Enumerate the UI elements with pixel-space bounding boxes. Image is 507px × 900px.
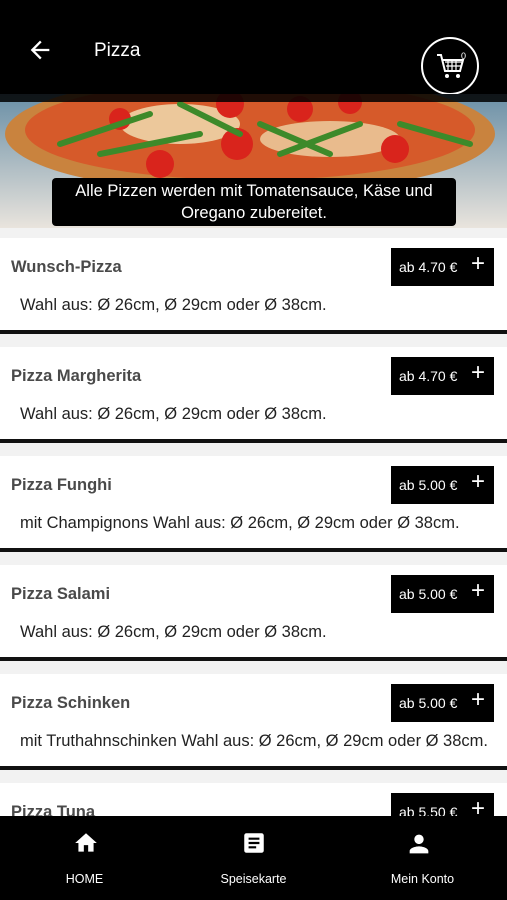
plus-icon: + [471,359,486,386]
nav-speisekarte[interactable]: Speisekarte [169,816,338,900]
plus-icon: + [471,577,486,604]
add-to-cart-button[interactable]: ab 5.00 € + [391,466,494,504]
menu-item-name: Pizza Salami [11,585,111,603]
menu-item-description: Wahl aus: Ø 26cm, Ø 29cm oder Ø 38cm. [20,405,327,423]
add-to-cart-button[interactable]: ab 5.00 € + [391,684,494,722]
arrow-left-icon [30,40,50,60]
nav-mein-konto[interactable]: Mein Konto [338,816,507,900]
menu-item-name: Pizza Tuna [11,803,96,816]
price-label: ab 5.00 € [399,586,458,602]
menu-item-name: Pizza Margherita [11,367,142,385]
info-banner-line1: Alle Pizzen werden mit Tomatensauce, Käs… [75,182,433,200]
info-banner-line2: Oregano zubereitet. [181,204,327,222]
menu-item-description: mit Truthahnschinken Wahl aus: Ø 26cm, Ø… [20,732,488,750]
price-label: ab 4.70 € [399,259,458,275]
page-title: Pizza [94,40,141,61]
add-to-cart-button[interactable]: ab 5.00 € + [391,575,494,613]
add-to-cart-button[interactable]: ab 4.70 € + [391,357,494,395]
info-banner: Alle Pizzen werden mit Tomatensauce, Käs… [52,178,456,226]
menu-item[interactable]: Pizza Salami ab 5.00 € + Wahl aus: Ø 26c… [0,565,507,661]
nav-mein-konto-label: Mein Konto [390,872,455,886]
nav-speisekarte-label: Speisekarte [220,872,287,886]
bottom-navigation: HOME Speisekarte Mein Konto [0,816,507,900]
cart-count-badge: 0 [461,51,467,61]
menu-item-description: Wahl aus: Ø 26cm, Ø 29cm oder Ø 38cm. [20,623,327,641]
nav-home[interactable]: HOME [0,816,169,900]
menu-item-description: mit Champignons Wahl aus: Ø 26cm, Ø 29cm… [20,514,460,532]
plus-icon: + [471,795,486,817]
add-to-cart-button[interactable]: ab 5.50 € + [391,793,494,816]
price-label: ab 4.70 € [399,368,458,384]
plus-icon: + [471,250,486,277]
back-button[interactable] [26,36,54,64]
menu-item-name: Pizza Funghi [11,476,112,494]
plus-icon: + [471,468,486,495]
price-label: ab 5.50 € [399,804,458,816]
add-to-cart-button[interactable]: ab 4.70 € + [391,248,494,286]
account-icon [409,834,429,854]
home-icon [75,833,97,852]
menu-icon [244,833,264,853]
menu-item-name: Pizza Schinken [11,694,131,712]
menu-item[interactable]: Wunsch-Pizza ab 4.70 € + Wahl aus: Ø 26c… [0,238,507,334]
menu-item[interactable]: Pizza Tuna ab 5.50 € + [0,783,507,816]
menu-list[interactable]: Wunsch-Pizza ab 4.70 € + Wahl aus: Ø 26c… [0,236,507,816]
nav-home-label: HOME [65,872,104,886]
menu-item[interactable]: Pizza Funghi ab 5.00 € + mit Champignons… [0,456,507,552]
price-label: ab 5.00 € [399,477,458,493]
app-header: Pizza 0 [0,0,507,95]
plus-icon: + [471,686,486,713]
menu-item-name: Wunsch-Pizza [11,258,122,276]
price-label: ab 5.00 € [399,695,458,711]
menu-item[interactable]: Pizza Margherita ab 4.70 € + Wahl aus: Ø… [0,347,507,443]
cart-button[interactable]: 0 [421,37,479,95]
menu-item[interactable]: Pizza Schinken ab 5.00 € + mit Truthahns… [0,674,507,770]
menu-item-description: Wahl aus: Ø 26cm, Ø 29cm oder Ø 38cm. [20,296,327,314]
